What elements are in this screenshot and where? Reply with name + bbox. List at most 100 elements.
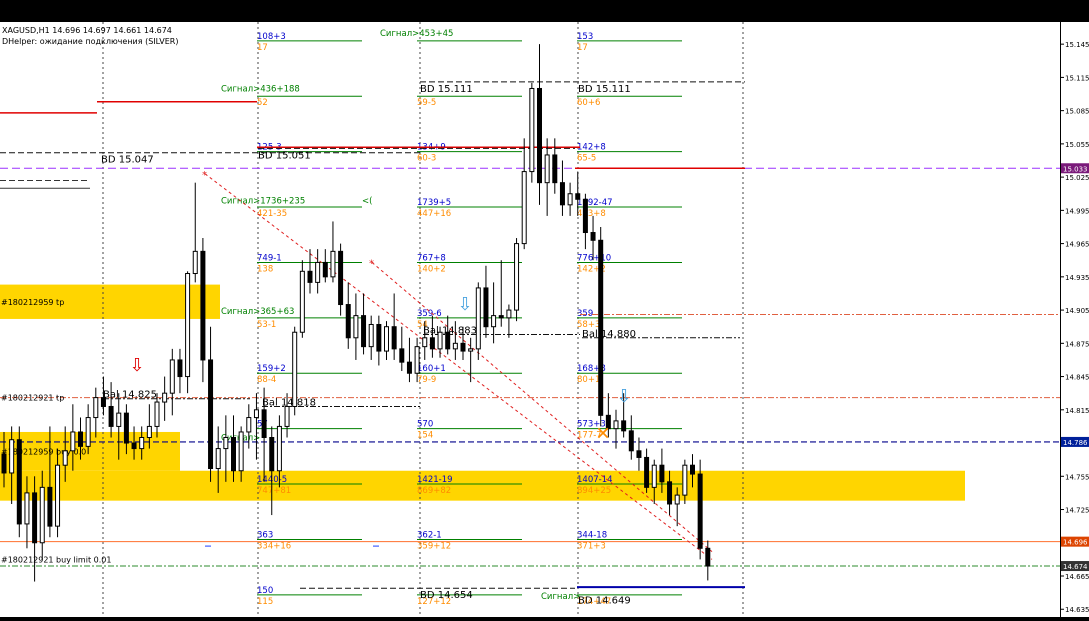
- candle-body: [498, 315, 504, 319]
- level-delta: 65-5: [577, 154, 596, 164]
- level-count: 1692-47: [577, 198, 613, 208]
- candle-body: [590, 232, 596, 241]
- level-delta: 53-1: [257, 320, 276, 330]
- signal-label: Сигнал>436+188: [221, 84, 300, 94]
- axis-tick-label: 14.845: [1065, 374, 1089, 382]
- axis-tick-label: 14.965: [1065, 241, 1089, 249]
- symbol-header: XAGUSD,H1 14.696 14.697 14.661 14.674: [2, 26, 172, 35]
- candle-body: [483, 287, 489, 328]
- level-delta: 88-4: [257, 375, 276, 385]
- candle-body: [353, 315, 359, 339]
- level-delta: 869+82: [417, 486, 451, 496]
- candle-body: [338, 250, 344, 306]
- candle-body: [47, 486, 53, 527]
- candle-body: [322, 261, 328, 278]
- price-chart[interactable]: XAGUSD,H1 14.696 14.697 14.661 14.674 DH…: [0, 22, 1060, 617]
- candle-body: [154, 401, 160, 427]
- helper-status: DHelper: ожидание подключения (SILVER): [2, 37, 179, 46]
- candle-body: [261, 409, 267, 439]
- candle-body: [246, 417, 252, 433]
- trend-anchor-marker: *: [369, 258, 374, 269]
- axis-tick-label: 15.085: [1065, 108, 1089, 116]
- candle-body: [162, 392, 168, 403]
- level-count: 160+1: [417, 364, 446, 374]
- order-label: #180212921 buy limit 0.01: [1, 555, 111, 564]
- candle-body: [253, 409, 259, 419]
- level-count: 749-1: [257, 253, 282, 263]
- axis-tick-label: 14.665: [1065, 573, 1089, 581]
- level-delta: 747+81: [257, 486, 291, 496]
- candle-body: [406, 361, 412, 374]
- candle-body: [223, 437, 229, 450]
- bd-label: BD 15.047: [101, 155, 154, 166]
- axis-tick-label: 15.025: [1065, 174, 1089, 182]
- level-delta: 79-9: [417, 375, 436, 385]
- candle-body: [208, 359, 214, 470]
- price-axis[interactable]: 15.145 15.115 15.085 15.055 15.025 14.995 14.9…: [1060, 22, 1089, 617]
- level-delta: 138: [257, 264, 273, 274]
- level-delta: 359+12: [417, 541, 451, 551]
- level-count: 142+8: [577, 143, 606, 153]
- level-delta: 463+8: [577, 209, 606, 219]
- level-count: 150: [257, 586, 273, 596]
- candle-body: [475, 287, 481, 350]
- price-tag: 14.786: [1063, 439, 1088, 447]
- axis-tick-label: 15.115: [1065, 74, 1089, 82]
- bd-label: BD 15.111: [420, 84, 473, 95]
- level-count: 159+2: [257, 364, 286, 374]
- candle-body: [690, 464, 695, 475]
- trend-anchor-marker: *: [202, 170, 207, 181]
- price-tag: 15.033: [1063, 165, 1088, 173]
- candle-body: [659, 464, 665, 483]
- candle-body: [131, 442, 137, 450]
- candle-body: [93, 397, 99, 419]
- candle-body: [506, 309, 512, 319]
- level-count: 1739+5: [417, 198, 451, 208]
- axis-tick-label: 14.875: [1065, 340, 1089, 348]
- signal-label: Сигнал>: [541, 592, 580, 602]
- candle-body: [544, 154, 550, 184]
- level-delta: 17: [257, 43, 268, 53]
- bd-label: BD 15.111: [578, 84, 631, 95]
- candle-body: [567, 193, 573, 206]
- candle-body: [361, 315, 367, 348]
- level-count: 362-1: [417, 530, 442, 540]
- level-delta: 80+1: [577, 375, 600, 385]
- candle-body: [445, 331, 451, 350]
- level-delta: 140+2: [417, 264, 446, 274]
- level-count: 363: [257, 530, 273, 540]
- candle-body: [422, 337, 428, 348]
- candle-body: [1, 453, 7, 474]
- candle-body: [16, 439, 22, 525]
- level-count: 570: [417, 420, 433, 430]
- candle-body: [537, 87, 542, 184]
- candle-body: [231, 437, 236, 472]
- candle-body: [238, 431, 244, 472]
- level-count: 153: [577, 32, 593, 42]
- axis-tick-label: 14.815: [1065, 407, 1089, 415]
- level-delta: 115: [257, 597, 273, 607]
- candle-body: [146, 425, 152, 439]
- axis-tick-label: 14.995: [1065, 207, 1089, 215]
- candle-body: [284, 405, 290, 427]
- candle-body: [123, 412, 129, 444]
- candle-body: [621, 420, 627, 432]
- candle-body: [78, 431, 83, 447]
- candle-body: [552, 154, 558, 184]
- candle-body: [613, 420, 619, 430]
- signal-arrow-icon: ✕: [595, 424, 610, 445]
- window-top-bar: [0, 0, 1089, 22]
- signal-arrow-icon: ⇩: [616, 386, 631, 407]
- candle-body: [514, 243, 520, 311]
- bd-label: BD 14.649: [578, 596, 631, 607]
- axis-tick-label: 14.755: [1065, 473, 1089, 481]
- candle-body: [399, 348, 405, 363]
- signal-label: Сигнал>365+63: [221, 307, 294, 317]
- level-delta: 52: [257, 98, 268, 108]
- bd-label: BD 15.051: [258, 150, 311, 161]
- level-delta: 894+25: [577, 486, 611, 496]
- candle-body: [32, 492, 38, 544]
- candle-body: [192, 250, 198, 275]
- candle-body: [330, 250, 336, 278]
- candle-body: [276, 425, 282, 472]
